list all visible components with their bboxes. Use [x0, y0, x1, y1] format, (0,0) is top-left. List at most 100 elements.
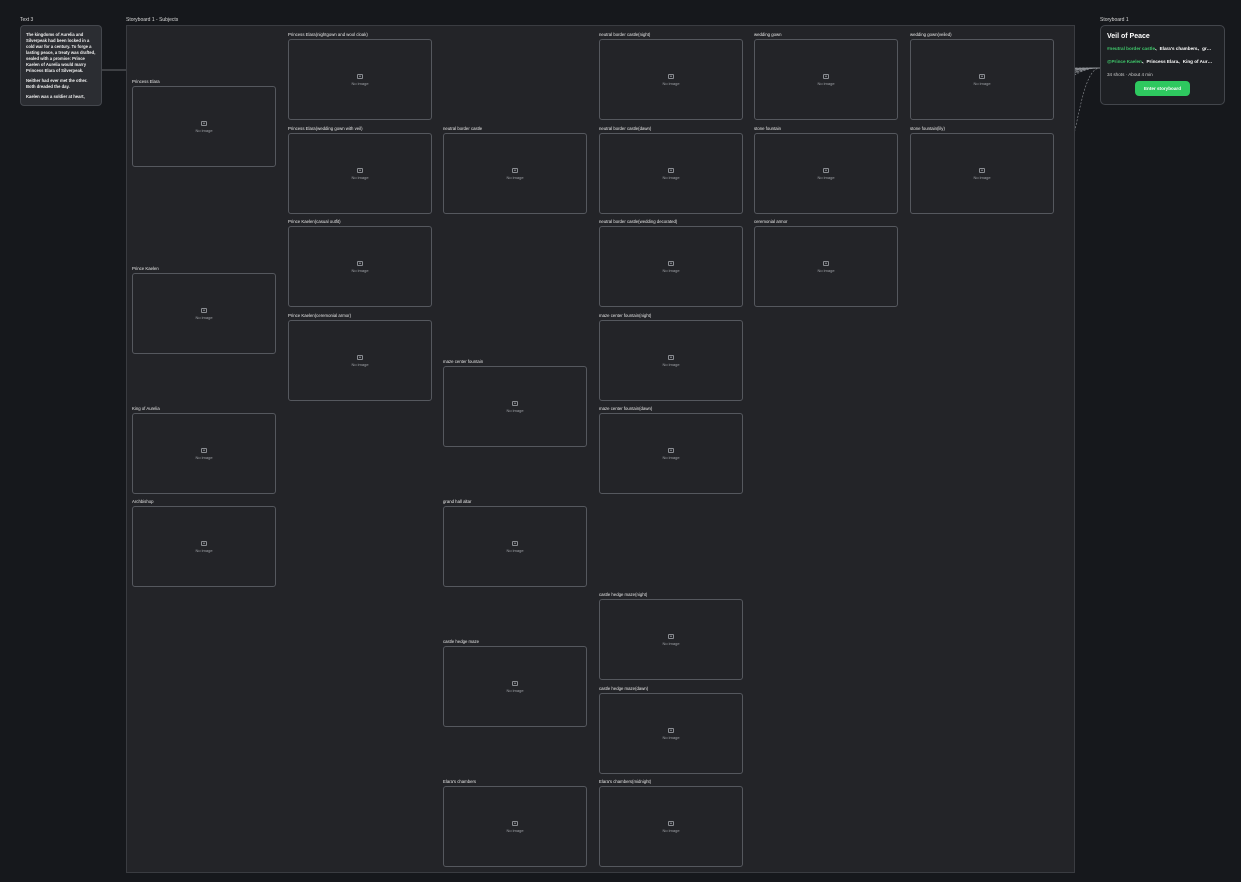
no-image-text: No image	[817, 267, 835, 273]
stone-fountain-lily-label: stone fountain(lily)	[910, 126, 945, 131]
text-node[interactable]: The kingdoms of Aurelia and Silverpeak h…	[20, 25, 102, 106]
king-of-aurelia-label: King of Aurelia	[132, 406, 160, 411]
storyboard-locations: #neutral border castle、Elara's chambers、…	[1107, 46, 1212, 51]
character-tag: @Prince Kaelen	[1107, 59, 1142, 64]
image-placeholder-icon	[668, 727, 674, 733]
wedding-gown-veiled-card[interactable]: No image	[910, 39, 1054, 120]
castle-hedge-maze-card[interactable]: No image	[443, 646, 587, 727]
image-placeholder-icon	[357, 354, 363, 360]
image-placeholder-icon	[979, 73, 985, 79]
no-image-text: No image	[195, 547, 213, 553]
no-image-text: No image	[506, 407, 524, 413]
stone-fountain-label: stone fountain	[754, 126, 781, 131]
king-of-aurelia-card[interactable]: No image	[132, 413, 276, 494]
image-placeholder-icon	[512, 820, 518, 826]
board-title: Storyboard 1 - Subjects	[126, 17, 179, 23]
image-placeholder-icon	[668, 167, 674, 173]
image-placeholder-icon	[357, 260, 363, 266]
no-image-text: No image	[662, 80, 680, 86]
text-paragraph-3: Kaelen was a soldier at heart,	[26, 94, 85, 99]
archbishop-label: Archbishop	[132, 499, 154, 504]
no-image-text: No image	[195, 314, 213, 320]
maze-dawn-card[interactable]: No image	[599, 693, 743, 774]
image-placeholder-icon	[668, 447, 674, 453]
archbishop-card[interactable]: No image	[132, 506, 276, 587]
image-placeholder-icon	[512, 540, 518, 546]
castle-wedding-decorated-card[interactable]: No image	[599, 226, 743, 307]
image-placeholder-icon	[668, 260, 674, 266]
elara-wedding-gown-label: Princess Elara(wedding gown with veil)	[288, 126, 363, 131]
princess-elara-card[interactable]: No image	[132, 86, 276, 167]
princess-elara-label: Princess Elara	[132, 79, 160, 84]
image-placeholder-icon	[201, 307, 207, 313]
ceremonial-armor-label: ceremonial armor	[754, 219, 788, 224]
no-image-text: No image	[817, 174, 835, 180]
locations-rest: Elara's chambers、gr…	[1159, 46, 1212, 51]
no-image-text: No image	[662, 267, 680, 273]
kaelen-casual-card[interactable]: No image	[288, 226, 432, 307]
wedding-gown-label: wedding gown	[754, 32, 782, 37]
image-placeholder-icon	[668, 354, 674, 360]
castle-dawn-label: neutral border castle(dawn)	[599, 126, 652, 131]
prince-kaelen-label: Prince Kaelen	[132, 266, 159, 271]
no-image-text: No image	[973, 174, 991, 180]
ceremonial-armor-card[interactable]: No image	[754, 226, 898, 307]
maze-night-label: castle hedge maze(night)	[599, 592, 648, 597]
image-placeholder-icon	[512, 680, 518, 686]
image-placeholder-icon	[668, 73, 674, 79]
no-image-text: No image	[662, 174, 680, 180]
no-image-text: No image	[351, 267, 369, 273]
no-image-text: No image	[662, 640, 680, 646]
kaelen-armor-label: Prince Kaelen(ceremonial armor)	[288, 313, 352, 318]
grand-hall-altar-label: grand hall altar	[443, 499, 472, 504]
image-placeholder-icon	[201, 120, 207, 126]
maze-center-fountain-card[interactable]: No image	[443, 366, 587, 447]
neutral-border-castle-label: neutral border castle	[443, 126, 483, 131]
neutral-border-castle-card[interactable]: No image	[443, 133, 587, 214]
stone-fountain-card[interactable]: No image	[754, 133, 898, 214]
no-image-text: No image	[662, 454, 680, 460]
chambers-midnight-card[interactable]: No image	[599, 786, 743, 867]
prince-kaelen-card[interactable]: No image	[132, 273, 276, 354]
fountain-dawn-card[interactable]: No image	[599, 413, 743, 494]
fountain-dawn-label: maze center fountain(dawn)	[599, 406, 653, 411]
storyboard-characters: @Prince Kaelen、Princess Elara、King of Au…	[1107, 59, 1213, 64]
location-tag: #neutral border castle	[1107, 46, 1155, 51]
castle-night-card[interactable]: No image	[599, 39, 743, 120]
elara-nightgown-card[interactable]: No image	[288, 39, 432, 120]
no-image-text: No image	[973, 80, 991, 86]
elara-nightgown-label: Princess Elara(nightgown and wool cloak)	[288, 32, 368, 37]
no-image-text: No image	[195, 454, 213, 460]
elaras-chambers-label: Elara's chambers	[443, 779, 477, 784]
kaelen-casual-label: Prince Kaelen(casual outfit)	[288, 219, 341, 224]
no-image-text: No image	[662, 734, 680, 740]
fountain-night-card[interactable]: No image	[599, 320, 743, 401]
elaras-chambers-card[interactable]: No image	[443, 786, 587, 867]
storyboard-meta: 34 shots · About 4 min	[1107, 72, 1153, 77]
image-placeholder-icon	[201, 540, 207, 546]
image-placeholder-icon	[357, 167, 363, 173]
text-node-title: Text 3	[20, 17, 34, 23]
grand-hall-altar-card[interactable]: No image	[443, 506, 587, 587]
fountain-night-label: maze center fountain(night)	[599, 313, 652, 318]
storyboard-title: Veil of Peace	[1107, 33, 1150, 40]
image-placeholder-icon	[512, 167, 518, 173]
text-paragraph-2: Neither had ever met the other. Both dre…	[26, 78, 88, 89]
characters-rest: Princess Elara、King of Aur…	[1146, 59, 1213, 64]
enter-storyboard-button[interactable]: Enter storyboard	[1135, 81, 1190, 96]
no-image-text: No image	[662, 827, 680, 833]
maze-dawn-label: castle hedge maze(dawn)	[599, 686, 649, 691]
storyboard-card[interactable]: Veil of Peace #neutral border castle、Ela…	[1100, 25, 1225, 105]
elara-wedding-gown-card[interactable]: No image	[288, 133, 432, 214]
no-image-text: No image	[506, 687, 524, 693]
no-image-text: No image	[506, 827, 524, 833]
maze-night-card[interactable]: No image	[599, 599, 743, 680]
wedding-gown-card[interactable]: No image	[754, 39, 898, 120]
image-placeholder-icon	[201, 447, 207, 453]
castle-dawn-card[interactable]: No image	[599, 133, 743, 214]
no-image-text: No image	[817, 80, 835, 86]
image-placeholder-icon	[979, 167, 985, 173]
wedding-gown-veiled-label: wedding gown(veiled)	[910, 32, 952, 37]
stone-fountain-lily-card[interactable]: No image	[910, 133, 1054, 214]
kaelen-armor-card[interactable]: No image	[288, 320, 432, 401]
